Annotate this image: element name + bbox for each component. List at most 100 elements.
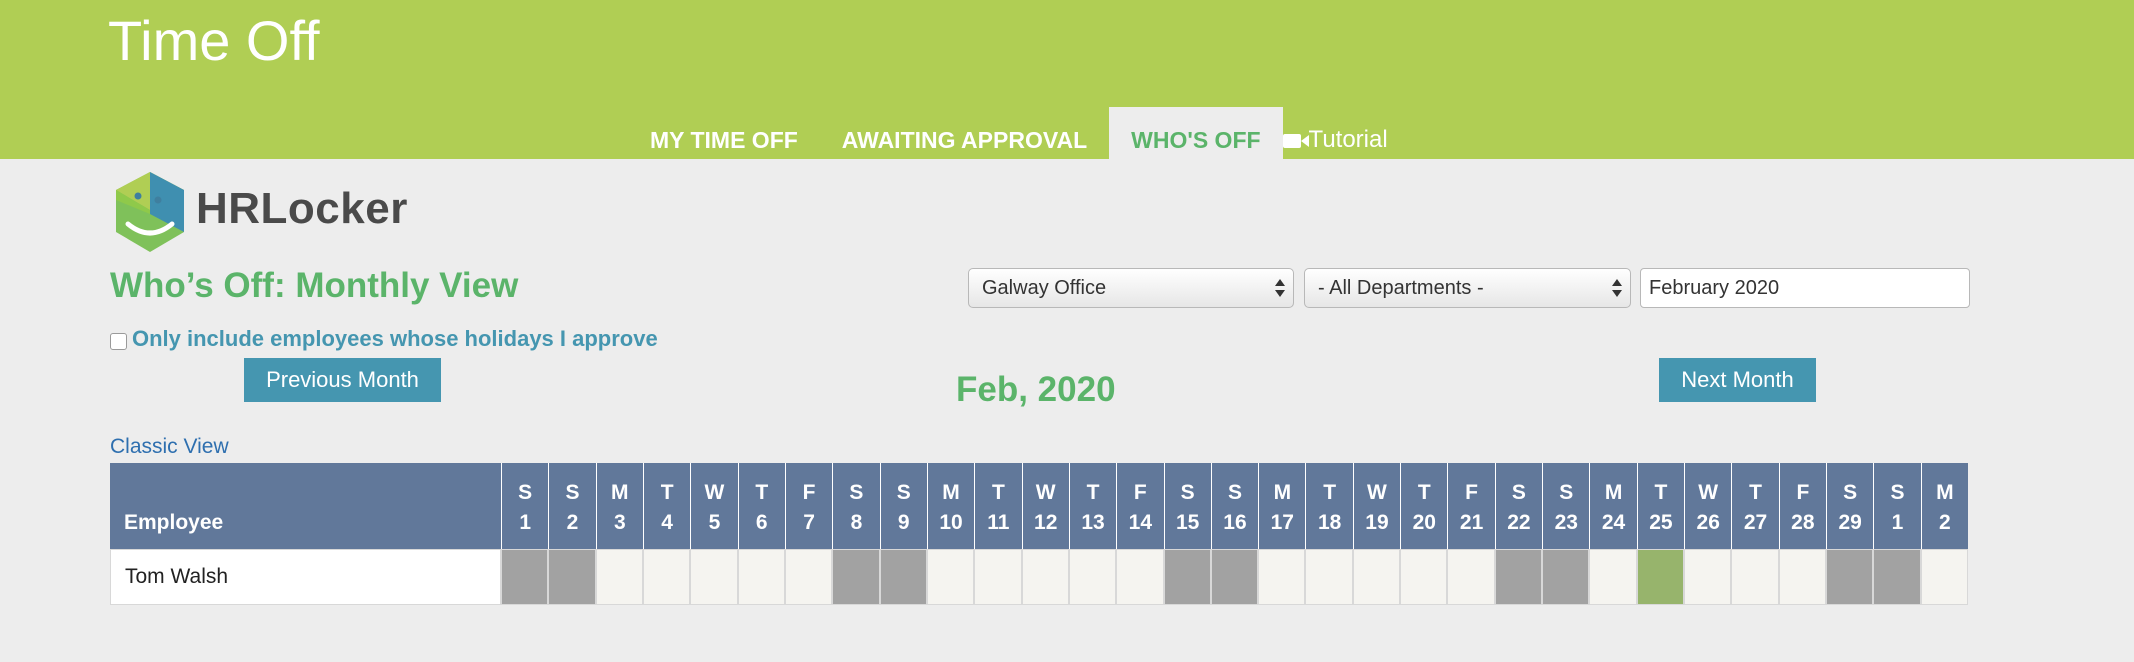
day-number: 11 (987, 511, 1010, 534)
weekend-day-cell[interactable] (832, 549, 880, 605)
tab-whos-off[interactable]: WHO'S OFF (1109, 107, 1283, 159)
day-number: 18 (1317, 511, 1342, 534)
day-letter: M (1273, 481, 1292, 504)
day-number: 8 (850, 511, 863, 534)
top-header: Time Off MY TIME OFF AWAITING APPROVAL W… (0, 0, 2134, 159)
tab-awaiting-approval[interactable]: AWAITING APPROVAL (820, 107, 1109, 159)
day-number: 2 (566, 511, 579, 534)
day-cell[interactable] (1731, 549, 1779, 605)
day-letter: T (1417, 481, 1431, 504)
tab-tutorial[interactable]: Tutorial (1282, 107, 1410, 159)
table-row: Tom Walsh (110, 549, 1968, 605)
day-letter: W (1035, 481, 1056, 504)
employee-column-header: Employee (124, 511, 224, 534)
day-cell[interactable] (1305, 549, 1353, 605)
day-cell[interactable] (1352, 549, 1401, 605)
day-number: 1 (1891, 511, 1904, 534)
hrlocker-cube-icon (116, 172, 184, 252)
day-number: 9 (897, 511, 910, 534)
day-cell[interactable] (1589, 549, 1637, 605)
day-cell[interactable] (642, 549, 691, 605)
day-number: 19 (1365, 511, 1389, 534)
office-select[interactable]: Galway Office (968, 268, 1294, 308)
day-cell[interactable] (784, 549, 833, 605)
weekend-day-cell[interactable] (1494, 549, 1543, 605)
weekend-day-cell[interactable] (548, 549, 596, 605)
day-number: 4 (661, 511, 673, 534)
day-number: 1 (519, 511, 531, 534)
time-off-day-cell[interactable] (1636, 549, 1685, 605)
day-number: 26 (1696, 511, 1720, 534)
day-number: 10 (939, 511, 963, 534)
next-month-button[interactable]: Next Month (1659, 358, 1816, 402)
day-cell[interactable] (1021, 549, 1069, 605)
day-cell[interactable] (1684, 549, 1732, 605)
employee-name[interactable]: Tom Walsh (125, 565, 228, 589)
day-number: 12 (1034, 511, 1058, 534)
day-cell[interactable] (1920, 549, 1968, 605)
weekend-day-cell[interactable] (1210, 549, 1259, 605)
day-letter: T (1323, 481, 1337, 504)
day-cell[interactable] (737, 549, 785, 605)
day-letter: S (849, 481, 864, 504)
current-month-label: Feb, 2020 (956, 370, 1116, 409)
day-header: M2 (1920, 463, 1968, 549)
day-header: T 11 (974, 463, 1021, 549)
employee-name-cell: Tom Walsh (110, 549, 501, 605)
day-cell[interactable] (1447, 549, 1495, 605)
weekend-day-cell[interactable] (879, 549, 927, 605)
approval-checkbox-label[interactable]: Only include employees whose holidays I … (132, 326, 658, 352)
day-number: 3 (613, 511, 626, 534)
day-header: M 10 (926, 463, 974, 549)
approval-filter: Only include employees whose holidays I … (110, 326, 658, 352)
day-letter: S (1227, 481, 1242, 504)
day-number: 6 (755, 511, 768, 534)
previous-month-button[interactable]: Previous Month (244, 358, 441, 402)
app-title: Time Off (108, 9, 320, 72)
select-arrows-icon (1275, 277, 1285, 299)
video-camera-icon (1282, 134, 1309, 148)
department-select[interactable]: - All Departments - (1304, 268, 1631, 308)
day-cell[interactable] (595, 549, 643, 605)
day-letter: W (1367, 481, 1387, 504)
approval-checkbox[interactable] (110, 332, 127, 350)
day-letter: T (1749, 481, 1762, 504)
weekend-day-cell[interactable] (1163, 549, 1211, 605)
classic-view-link[interactable]: Classic View (110, 435, 229, 459)
day-number: 25 (1649, 511, 1673, 534)
day-cell[interactable] (1068, 549, 1117, 605)
day-header: S 15 (1163, 463, 1211, 549)
tab-my-time-off[interactable]: MY TIME OFF (628, 107, 820, 159)
day-letter: S (1511, 481, 1526, 504)
day-number: 28 (1791, 511, 1815, 534)
calendar-header: Employee S 1 S 2 M 3 T 4 W 5 T 6 F 7 S 8 S 9 M 10 T 11 W 12 T 13 F… (110, 463, 1968, 549)
day-header: S8 (832, 463, 879, 549)
day-letter: T (755, 481, 769, 504)
day-cell[interactable] (690, 549, 738, 605)
day-header: S 22 (1494, 463, 1542, 549)
day-cell[interactable] (974, 549, 1022, 605)
day-cell[interactable] (1116, 549, 1164, 605)
day-letter: W (704, 481, 725, 504)
weekend-day-cell[interactable] (1873, 549, 1921, 605)
day-header: S 23 (1542, 463, 1589, 549)
day-letter: T (660, 481, 674, 504)
day-letter: M (942, 481, 960, 504)
logo-text: HRLocker (196, 184, 408, 233)
day-letter: M (1604, 481, 1623, 504)
day-letter: F (802, 481, 816, 504)
day-cell[interactable] (1400, 549, 1448, 605)
month-input[interactable] (1640, 268, 1970, 308)
day-letter: S (518, 481, 533, 504)
day-number: 15 (1175, 511, 1200, 534)
weekend-day-cell[interactable] (1542, 549, 1590, 605)
weekend-day-cell[interactable] (1826, 549, 1874, 605)
tab-tutorial-label: Tutorial (1308, 126, 1388, 153)
day-header: S1 (1873, 463, 1920, 549)
day-letter: F (1465, 481, 1478, 504)
day-cell[interactable] (1258, 549, 1306, 605)
day-cell[interactable] (926, 549, 975, 605)
weekend-day-cell[interactable] (501, 549, 549, 605)
office-select-value: Galway Office (982, 277, 1107, 299)
day-cell[interactable] (1778, 549, 1827, 605)
